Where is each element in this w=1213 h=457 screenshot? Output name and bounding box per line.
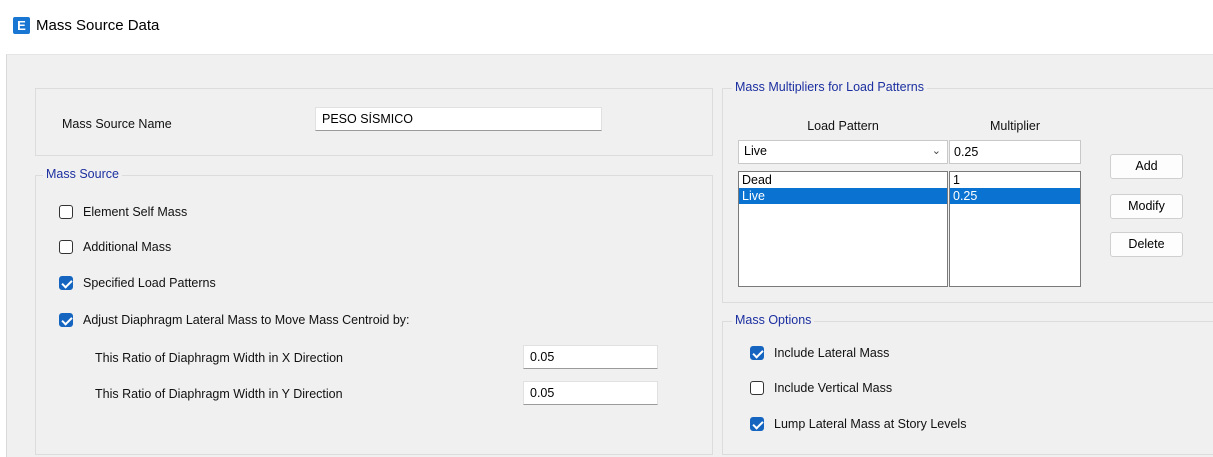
mass-multipliers-group-title: Mass Multipliers for Load Patterns — [732, 80, 927, 94]
checkbox-label: Element Self Mass — [83, 205, 188, 219]
dialog-body: Mass Source Name Mass Source Element Sel… — [6, 54, 1213, 457]
list-item[interactable]: 1 — [950, 172, 1080, 188]
load-pattern-column-header: Load Pattern — [807, 119, 879, 133]
include-vertical-mass-checkbox[interactable]: Include Vertical Mass — [750, 381, 892, 395]
ratio-y-label: This Ratio of Diaphragm Width in Y Direc… — [95, 387, 343, 401]
load-pattern-dropdown[interactable]: Live ⌄ — [738, 140, 948, 164]
add-button[interactable]: Add — [1110, 154, 1183, 179]
title-bar: E Mass Source Data — [0, 0, 1213, 54]
multiplier-column-header: Multiplier — [989, 119, 1040, 133]
checkbox-label: Include Vertical Mass — [774, 381, 893, 395]
load-pattern-dropdown-value: Live — [744, 144, 767, 158]
checkbox-label: Adjust Diaphragm Lateral Mass to Move Ma… — [83, 313, 410, 327]
chevron-down-icon[interactable]: ⌄ — [932, 144, 941, 157]
modify-button[interactable]: Modify — [1110, 194, 1183, 219]
multiplier-list[interactable]: 1 0.25 — [949, 171, 1081, 287]
mass-source-group-title: Mass Source — [43, 167, 122, 181]
checkbox-box[interactable] — [59, 240, 73, 254]
checkbox-label: Additional Mass — [83, 240, 172, 254]
mass-source-name-label: Mass Source Name — [62, 117, 172, 131]
checkbox-label: Include Lateral Mass — [774, 346, 890, 360]
lump-lateral-mass-checkbox[interactable]: Lump Lateral Mass at Story Levels — [750, 417, 966, 431]
multiplier-input[interactable] — [949, 140, 1081, 164]
checkmark-icon[interactable] — [59, 313, 73, 327]
ratio-x-input[interactable] — [523, 345, 658, 369]
mass-options-group-title: Mass Options — [732, 313, 815, 327]
checkbox-label: Lump Lateral Mass at Story Levels — [774, 417, 967, 431]
mass-source-name-input[interactable] — [315, 107, 602, 131]
window-title: Mass Source Data — [36, 17, 160, 34]
ratio-x-label: This Ratio of Diaphragm Width in X Direc… — [95, 351, 344, 365]
load-pattern-list[interactable]: Dead Live — [738, 171, 948, 287]
delete-button[interactable]: Delete — [1110, 232, 1183, 257]
list-item-selected[interactable]: Live — [739, 188, 947, 204]
adjust-diaphragm-mass-checkbox[interactable]: Adjust Diaphragm Lateral Mass to Move Ma… — [59, 313, 410, 327]
etabs-app-icon: E — [13, 17, 30, 34]
element-self-mass-checkbox[interactable]: Element Self Mass — [59, 205, 187, 219]
additional-mass-checkbox[interactable]: Additional Mass — [59, 240, 171, 254]
checkbox-label: Specified Load Patterns — [83, 276, 216, 290]
checkmark-icon[interactable] — [59, 276, 73, 290]
list-item-selected[interactable]: 0.25 — [950, 188, 1080, 204]
checkmark-icon[interactable] — [750, 346, 764, 360]
checkbox-box[interactable] — [59, 205, 73, 219]
ratio-y-input[interactable] — [523, 381, 658, 405]
specified-load-patterns-checkbox[interactable]: Specified Load Patterns — [59, 276, 216, 290]
list-item[interactable]: Dead — [739, 172, 947, 188]
checkbox-box[interactable] — [750, 381, 764, 395]
include-lateral-mass-checkbox[interactable]: Include Lateral Mass — [750, 346, 889, 360]
checkmark-icon[interactable] — [750, 417, 764, 431]
